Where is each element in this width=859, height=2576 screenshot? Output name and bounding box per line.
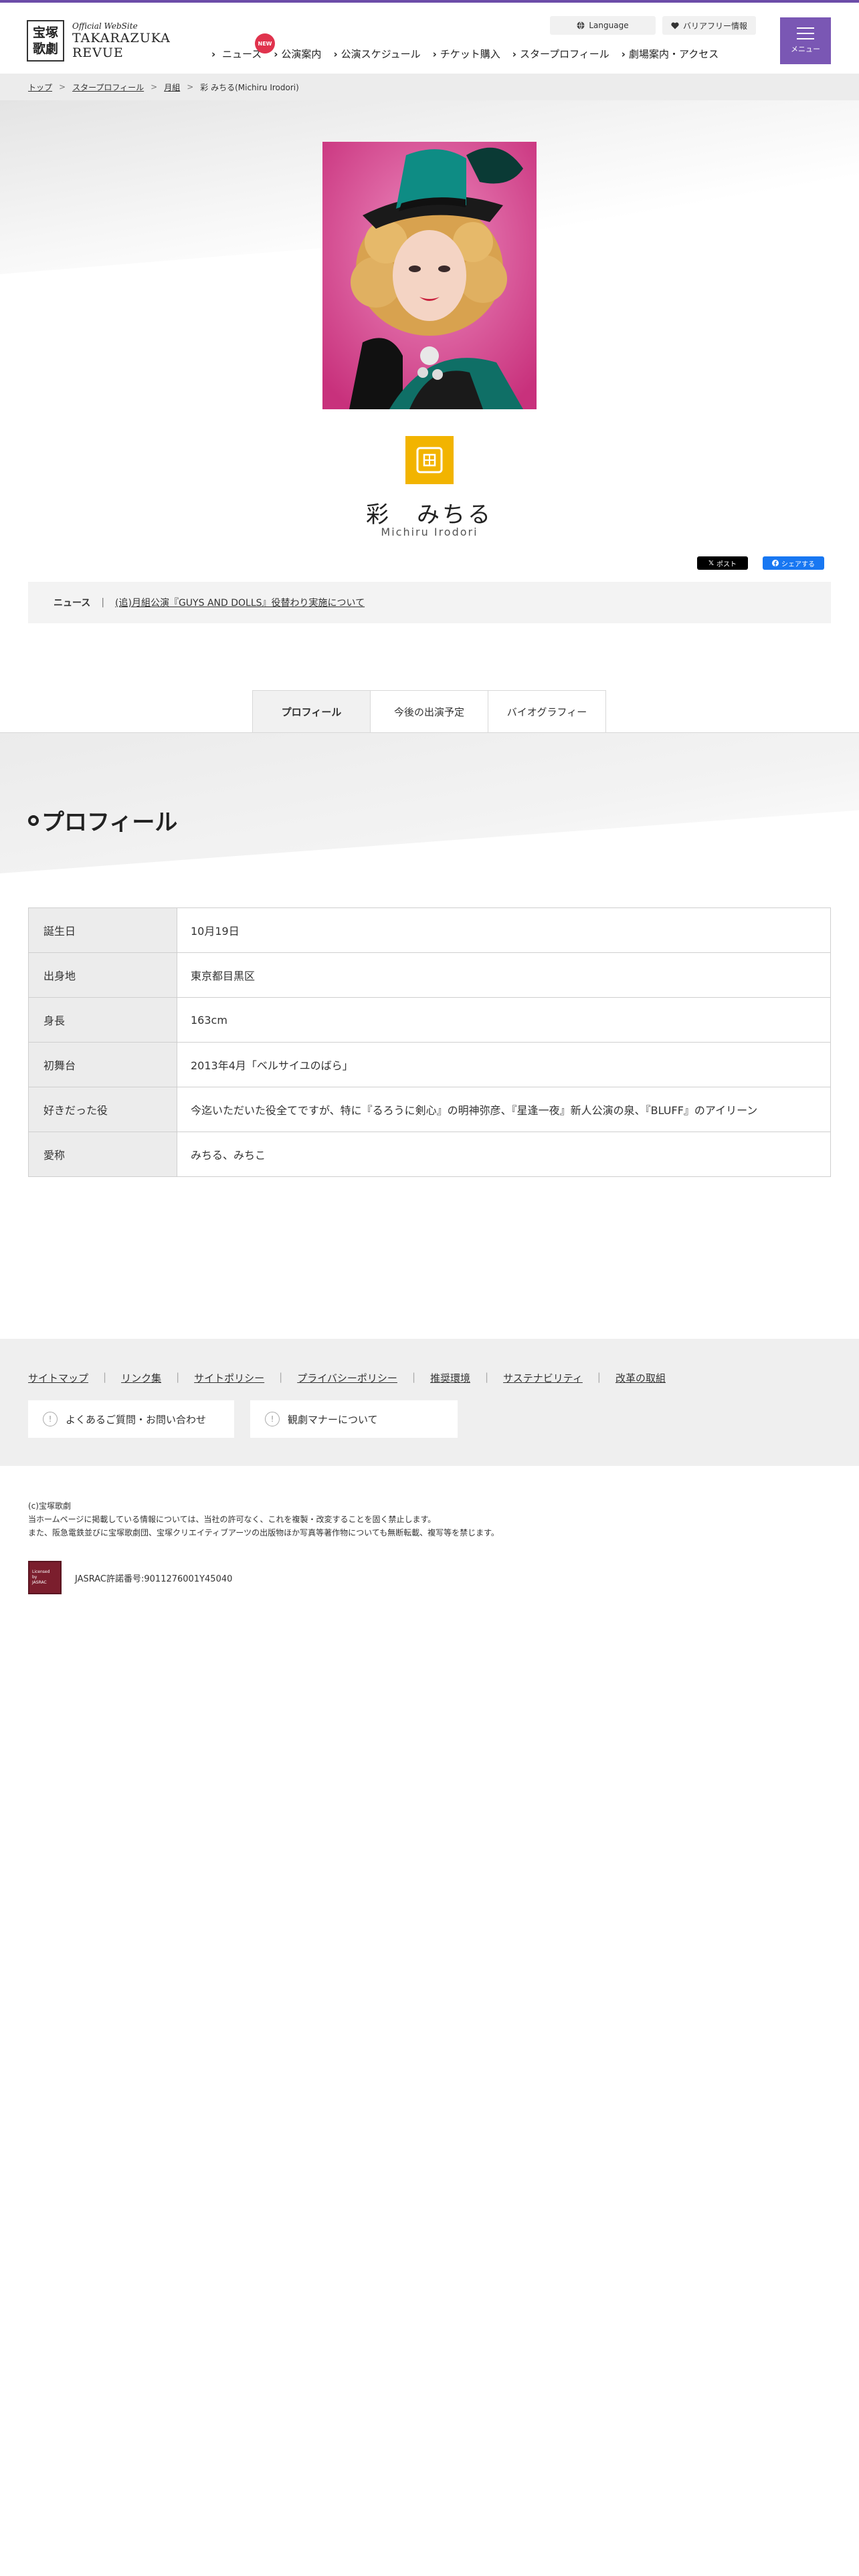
star-news-box: ニュース | (追)月組公演『GUYS AND DOLLS』役替わり実施について bbox=[28, 582, 831, 623]
jasrac-license: JASRAC許諾番号:9011276001Y45040 bbox=[75, 1574, 233, 1584]
language-button[interactable]: Language bbox=[550, 16, 656, 35]
row-value: 10月19日 bbox=[177, 907, 831, 953]
footer-link-sitemap[interactable]: サイトマップ bbox=[28, 1371, 88, 1385]
nav-star-profile[interactable]: スタープロフィール bbox=[512, 47, 609, 61]
tab-profile[interactable]: プロフィール bbox=[252, 690, 371, 733]
tab-biography[interactable]: バイオグラフィー bbox=[488, 690, 606, 733]
table-row: 身長 163cm bbox=[28, 997, 831, 1043]
hamburger-icon bbox=[797, 27, 814, 39]
tabs-divider bbox=[0, 732, 859, 733]
row-label: 身長 bbox=[28, 997, 177, 1043]
star-name-roman: Michiru Irodori bbox=[381, 526, 478, 538]
breadcrumb-top[interactable]: トップ bbox=[28, 82, 52, 93]
x-logo-icon: 𝕏 bbox=[708, 559, 714, 567]
row-value: 東京都目黒区 bbox=[177, 952, 831, 998]
row-label: 好きだった役 bbox=[28, 1087, 177, 1132]
facebook-share-button[interactable]: シェアする bbox=[763, 556, 824, 570]
notice-text-1: 当ホームページに掲載している情報については、当社の許可なく、これを複製・改変する… bbox=[28, 1515, 436, 1524]
nav-theater-access[interactable]: 劇場案内・アクセス bbox=[622, 47, 719, 61]
facebook-icon bbox=[772, 560, 779, 566]
manner-button[interactable]: ! 観劇マナーについて bbox=[250, 1400, 458, 1438]
section-title: プロフィール bbox=[28, 804, 177, 837]
table-row: 出身地 東京都目黒区 bbox=[28, 952, 831, 998]
new-badge: NEW bbox=[255, 33, 275, 53]
info-icon: ! bbox=[265, 1412, 280, 1426]
row-label: 誕生日 bbox=[28, 907, 177, 953]
heart-icon bbox=[671, 22, 679, 29]
footer-links: サイトマップ | リンク集 | サイトポリシー | プライバシーポリシー | 推… bbox=[28, 1371, 666, 1385]
table-row: 好きだった役 今迄いただいた役全てですが、特に『るろうに剣心』の明神弥彦、『星逢… bbox=[28, 1087, 831, 1132]
barrier-free-button[interactable]: バリアフリー情報 bbox=[662, 16, 756, 35]
footer-link-environment[interactable]: 推奨環境 bbox=[430, 1371, 470, 1385]
logo-text: Official WebSite TAKARAZUKA REVUE bbox=[72, 21, 171, 60]
row-value: 163cm bbox=[177, 997, 831, 1043]
row-label: 愛称 bbox=[28, 1132, 177, 1177]
copyright-block: (c)宝塚歌劇 当ホームページに掲載している情報については、当社の許可なく、これ… bbox=[28, 1499, 499, 1539]
nav-news[interactable]: ニュース NEW bbox=[211, 33, 275, 61]
nav-tickets[interactable]: チケット購入 bbox=[433, 47, 500, 61]
breadcrumb-star-profile[interactable]: スタープロフィール bbox=[72, 82, 144, 93]
table-row: 愛称 みちる、みちこ bbox=[28, 1132, 831, 1177]
breadcrumb: トップ > スタープロフィール > 月組 > 彩 みちる(Michiru Iro… bbox=[0, 74, 859, 100]
profile-tabs: プロフィール 今後の出演予定 バイオグラフィー bbox=[252, 690, 606, 733]
footer-link-site-policy[interactable]: サイトポリシー bbox=[194, 1371, 264, 1385]
logo-mark: 宝塚 歌劇 bbox=[27, 20, 64, 62]
nav-schedule[interactable]: 公演スケジュール bbox=[333, 47, 421, 61]
jasrac-block: Licensed by JASRAC JASRAC許諾番号:9011276001… bbox=[28, 1561, 232, 1594]
profile-table: 誕生日 10月19日 出身地 東京都目黒区 身長 163cm 初舞台 2013年… bbox=[28, 907, 831, 1177]
tab-upcoming[interactable]: 今後の出演予定 bbox=[370, 690, 488, 733]
menu-button[interactable]: メニュー bbox=[780, 17, 831, 64]
footer-link-sustainability[interactable]: サステナビリティ bbox=[503, 1371, 583, 1385]
site-logo[interactable]: 宝塚 歌劇 Official WebSite TAKARAZUKA REVUE bbox=[27, 20, 171, 62]
breadcrumb-current: 彩 みちる(Michiru Irodori) bbox=[200, 82, 299, 92]
row-label: 出身地 bbox=[28, 952, 177, 998]
footer-link-links[interactable]: リンク集 bbox=[121, 1371, 161, 1385]
site-footer: サイトマップ | リンク集 | サイトポリシー | プライバシーポリシー | 推… bbox=[0, 1339, 859, 1466]
globe-icon bbox=[577, 21, 585, 29]
notice-text-2: また、阪急電鉄並びに宝塚歌劇団、宝塚クリエイティブアーツの出版物ほか写真等著作物… bbox=[28, 1528, 499, 1537]
table-row: 誕生日 10月19日 bbox=[28, 907, 831, 953]
table-row: 初舞台 2013年4月「ベルサイユのばら」 bbox=[28, 1042, 831, 1087]
row-value: 今迄いただいた役全てですが、特に『るろうに剣心』の明神弥彦、『星逢一夜』新人公演… bbox=[177, 1087, 831, 1132]
section-background bbox=[0, 733, 859, 873]
star-name: 彩 みちる bbox=[366, 502, 493, 528]
star-portrait bbox=[322, 142, 537, 409]
portrait-illustration bbox=[322, 142, 537, 409]
row-value: みちる、みちこ bbox=[177, 1132, 831, 1177]
x-post-button[interactable]: 𝕏 ポスト bbox=[697, 556, 748, 570]
nav-performances[interactable]: 公演案内 bbox=[274, 47, 321, 61]
global-nav: ニュース NEW 公演案内 公演スケジュール チケット購入 スタープロフィール … bbox=[211, 33, 719, 61]
copyright-text: (c)宝塚歌劇 bbox=[28, 1501, 71, 1511]
footer-link-privacy[interactable]: プライバシーポリシー bbox=[297, 1371, 397, 1385]
news-link[interactable]: (追)月組公演『GUYS AND DOLLS』役替わり実施について bbox=[115, 596, 365, 609]
footer-link-reform[interactable]: 改革の取組 bbox=[615, 1371, 666, 1385]
faq-button[interactable]: ! よくあるご質問・お問い合わせ bbox=[28, 1400, 234, 1438]
moon-troupe-icon bbox=[405, 436, 454, 484]
info-icon: ! bbox=[43, 1412, 58, 1426]
site-header: 宝塚 歌劇 Official WebSite TAKARAZUKA REVUE … bbox=[0, 0, 859, 74]
news-label: ニュース bbox=[54, 598, 91, 609]
jasrac-logo: Licensed by JASRAC bbox=[28, 1561, 62, 1594]
ring-bullet-icon bbox=[28, 815, 39, 826]
row-value: 2013年4月「ベルサイユのばら」 bbox=[177, 1042, 831, 1087]
row-label: 初舞台 bbox=[28, 1042, 177, 1087]
breadcrumb-troupe[interactable]: 月組 bbox=[164, 82, 180, 93]
